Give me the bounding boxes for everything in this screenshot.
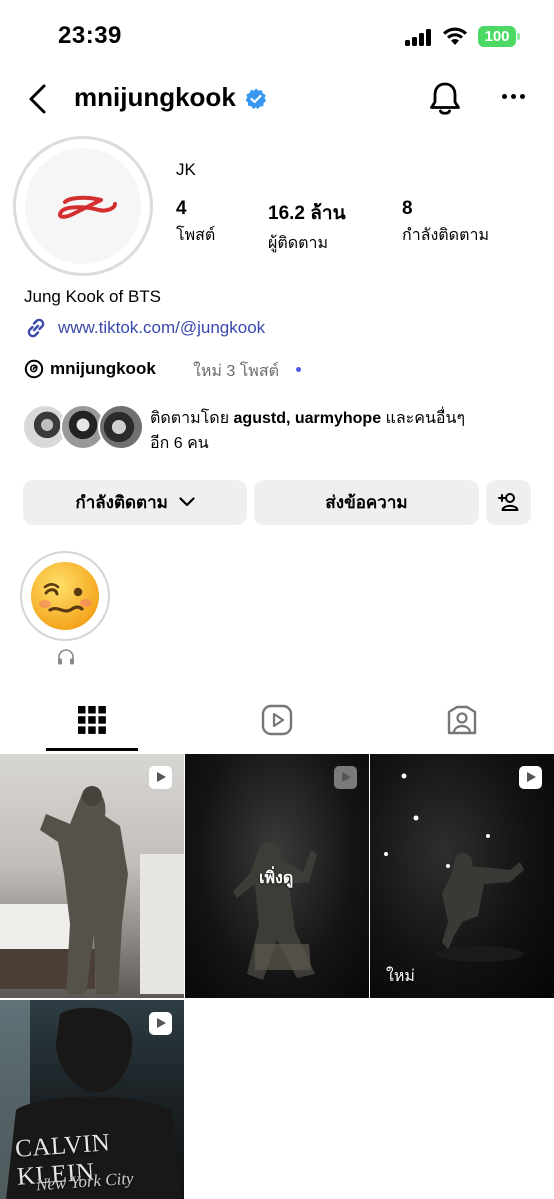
- mutual-more: อีก 6 คน: [150, 435, 209, 452]
- woozy-face-emoji-icon: [31, 562, 99, 630]
- mutual-avatar: [98, 404, 144, 450]
- reel-icon: [149, 1012, 172, 1035]
- following-button[interactable]: กำลังติดตาม: [23, 480, 247, 525]
- battery-indicator: 100: [478, 26, 520, 47]
- thumbnail-image: [384, 773, 524, 962]
- link-text[interactable]: www.tiktok.com/@jungkook: [58, 318, 265, 338]
- message-button[interactable]: ส่งข้อความ: [254, 480, 479, 525]
- stat-value: 16.2 ล้าน: [268, 203, 346, 224]
- avatar-image: [25, 148, 141, 264]
- status-time: 23:39: [58, 22, 122, 49]
- thumbnail-image: [0, 786, 184, 994]
- highlight-cover: [28, 559, 102, 633]
- reel-icon: [519, 766, 542, 789]
- stat-posts[interactable]: 4 โพสต์: [176, 198, 215, 248]
- profile-avatar[interactable]: [13, 136, 153, 276]
- stat-label: ผู้ติดตาม: [268, 235, 329, 252]
- link-icon: [27, 318, 45, 338]
- mutual-followers-text[interactable]: ติดตามโดย agustd, uarmyhope และคนอื่นๆ อ…: [150, 406, 530, 456]
- grid-icon[interactable]: [76, 704, 108, 736]
- reels-icon[interactable]: [261, 704, 293, 736]
- status-bar: 23:39 100: [0, 0, 554, 70]
- content-tabs: [0, 690, 554, 752]
- mutual-prefix: ติดตามโดย: [150, 410, 234, 427]
- headphones-icon: [58, 649, 74, 665]
- new-indicator-dot: [296, 367, 301, 372]
- new-post-label: ใหม่: [386, 968, 415, 985]
- post-thumbnail[interactable]: CALVIN KLEIN New York City: [0, 1000, 184, 1199]
- reel-icon: [149, 766, 172, 789]
- stat-label: โพสต์: [176, 227, 216, 244]
- stat-followers[interactable]: 16.2 ล้าน ผู้ติดตาม: [268, 198, 346, 256]
- profile-header: mnijungkook: [0, 70, 554, 128]
- post-thumbnail[interactable]: เพิ่งดู: [185, 754, 369, 998]
- reel-icon: [334, 766, 357, 789]
- following-button-label: กำลังติดตาม: [75, 493, 168, 512]
- verified-badge-icon: [245, 88, 267, 110]
- threads-username: mnijungkook: [50, 359, 156, 378]
- mutual-names: agustd, uarmyhope: [233, 410, 382, 427]
- header-username: mnijungkook: [74, 82, 236, 112]
- profile-bio: Jung Kook of BTS: [24, 287, 162, 306]
- active-tab-indicator: [46, 748, 138, 751]
- chevron-down-icon: [178, 497, 195, 507]
- mutual-suffix: และคนอื่นๆ: [381, 410, 466, 427]
- add-person-icon: [497, 493, 518, 511]
- stat-value: 8: [402, 198, 413, 219]
- stat-following[interactable]: 8 กำลังติดตาม: [402, 198, 489, 248]
- back-arrow-icon[interactable]: [24, 82, 54, 116]
- post-thumbnail[interactable]: [0, 754, 184, 998]
- more-options-icon[interactable]: [500, 94, 528, 102]
- profile-display-name: JK: [176, 160, 196, 179]
- threads-icon: [24, 359, 44, 379]
- tagged-icon[interactable]: [446, 704, 478, 736]
- stat-label: กำลังติดตาม: [402, 227, 489, 244]
- stat-value: 4: [176, 198, 187, 219]
- wifi-icon: [443, 27, 467, 45]
- suggested-users-button[interactable]: [486, 480, 531, 525]
- story-highlight[interactable]: [20, 551, 110, 641]
- cellular-signal-icon: [405, 28, 433, 46]
- jk-logo-icon: [58, 195, 117, 219]
- message-button-label: ส่งข้อความ: [325, 493, 408, 512]
- recently-viewed-label: เพิ่งดู: [259, 870, 294, 887]
- threads-new-posts: ใหม่ 3 โพสต์: [193, 363, 279, 380]
- post-thumbnail[interactable]: ใหม่: [370, 754, 554, 998]
- notification-bell-icon[interactable]: [427, 80, 463, 118]
